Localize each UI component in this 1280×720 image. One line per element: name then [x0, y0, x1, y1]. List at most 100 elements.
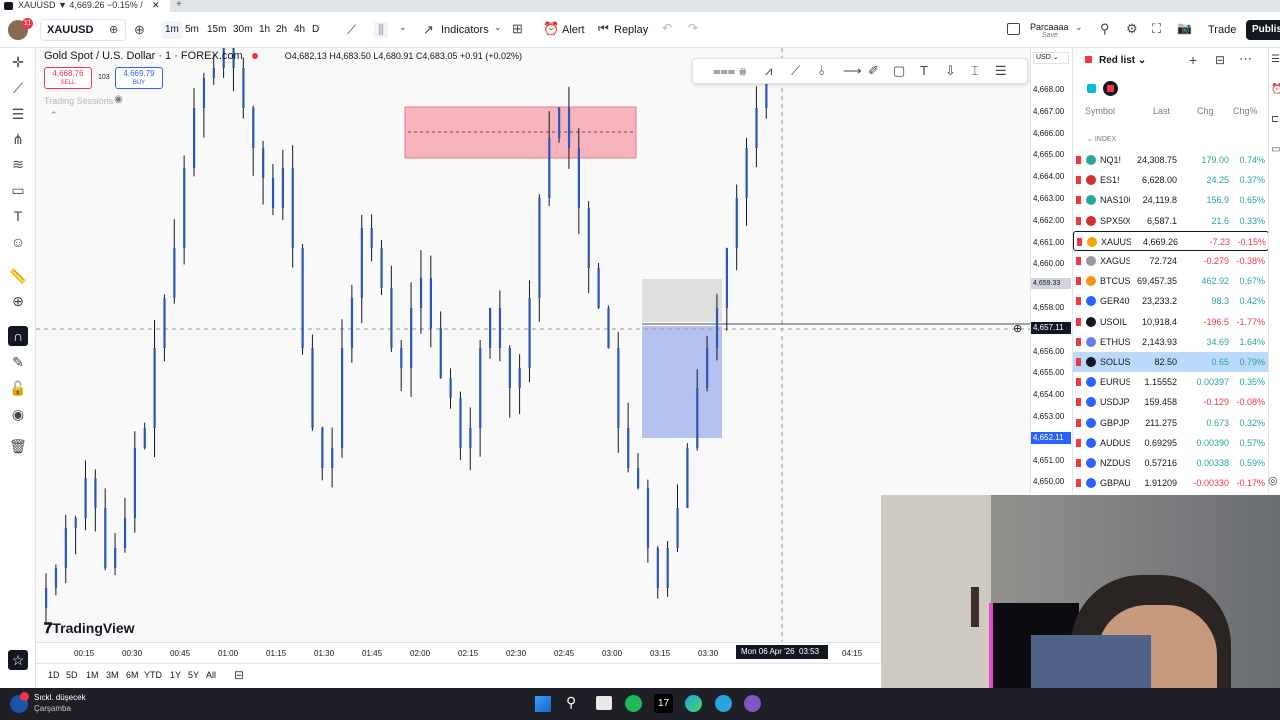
price-axis[interactable]: USD ⌄ 4,668.00 4,667.00 4,666.00 4,665.00 4,… — [1030, 48, 1072, 493]
indicators-button[interactable]: Indicators — [441, 20, 489, 40]
interval-2h[interactable]: 2h — [273, 21, 290, 39]
column-last[interactable]: Last — [1153, 106, 1170, 116]
regression-icon[interactable]: ⩷ — [739, 63, 747, 79]
replay-button[interactable]: Replay — [614, 20, 648, 40]
lock-icon[interactable]: 🔓 — [8, 378, 28, 398]
telegram-icon[interactable] — [715, 695, 732, 712]
browser-tab[interactable]: XAUUSD ▼ 4,669.26 −0.15% / — [0, 0, 170, 12]
ruler-icon[interactable]: 📏 — [8, 266, 28, 286]
watchlist-row[interactable]: GBPAUD 1.91209 -0.00330 -0.17% — [1073, 473, 1269, 493]
symbol-search[interactable]: XAUUSD ⊕ — [40, 19, 126, 41]
red-flag-icon[interactable] — [1076, 176, 1081, 185]
chevron-down-icon[interactable]: ⌄ — [1075, 22, 1083, 33]
column-chg[interactable]: Chg — [1197, 106, 1214, 116]
trade-button[interactable]: Trade — [1208, 20, 1236, 40]
search-icon[interactable]: ⚲ — [1100, 21, 1110, 37]
date-range-icon[interactable]: ⊟ — [234, 668, 244, 682]
crosshair-icon[interactable]: ✛ — [8, 52, 28, 72]
watchlist-row[interactable]: NAS100 24,119.8 156.9 0.65% — [1073, 190, 1269, 210]
candles-chart-type-icon[interactable]: ⫼ — [374, 22, 388, 38]
range-5y[interactable]: 5Y — [188, 670, 199, 680]
red-flag-icon[interactable] — [1077, 237, 1082, 246]
column-symbol[interactable]: Symbol — [1085, 106, 1115, 116]
file-explorer-icon[interactable] — [596, 696, 612, 710]
camera-icon[interactable]: 📷 — [1177, 21, 1192, 35]
red-flag-icon[interactable] — [1076, 459, 1081, 467]
range-1y[interactable]: 1Y — [170, 670, 181, 680]
eye-icon[interactable]: ◉ — [8, 404, 28, 424]
chevron-down-icon[interactable]: ⌄ — [399, 22, 407, 33]
watchlist-row[interactable]: XAUUSD 4,669.26 -7.23 -0.15% — [1073, 230, 1269, 251]
red-flag-icon[interactable] — [1076, 337, 1081, 346]
trend-line-icon[interactable]: ⟋ — [8, 78, 28, 98]
tradingview-app-icon[interactable]: 17 — [654, 694, 673, 713]
fullscreen-icon[interactable]: ⛶ — [1152, 21, 1161, 37]
undo-icon[interactable]: ↶ — [662, 21, 672, 35]
arrow-down-icon[interactable]: ⇩ — [945, 63, 956, 79]
star-icon[interactable]: ☆ — [8, 650, 28, 670]
watchlist-row[interactable]: SPX500 6,587.1 21.6 0.33% — [1073, 211, 1269, 231]
red-flag-icon[interactable] — [1076, 277, 1081, 286]
column-chg-pct[interactable]: Chg% — [1233, 106, 1258, 116]
range-1d[interactable]: 1D — [48, 670, 60, 680]
shapes-icon[interactable]: ▭ — [8, 180, 28, 200]
pencil-lock-icon[interactable]: ✎ — [8, 352, 28, 372]
red-flag-icon[interactable] — [1076, 257, 1081, 265]
watchlist-row[interactable]: AUDUSD 0.69295 0.00390 0.57% — [1073, 433, 1269, 453]
watchlist-row[interactable]: ES1! 6,628.00 24.25 0.37% — [1073, 170, 1269, 190]
horizontal-lines-icon[interactable]: ☰ — [8, 104, 28, 124]
red-flag-filter-icon[interactable] — [1103, 81, 1118, 96]
red-flag-icon[interactable] — [1076, 216, 1081, 225]
layout-square-icon[interactable] — [1007, 23, 1020, 35]
pitchfork-icon[interactable]: ⋔ — [8, 129, 28, 149]
interval-1m[interactable]: 1m — [162, 21, 182, 39]
magnet-icon[interactable]: ∩ — [8, 326, 28, 346]
parallel-channel-icon[interactable]: ⩶ — [713, 63, 735, 79]
add-alert-icon[interactable]: ⊕ — [1013, 322, 1022, 335]
watchlist-icon[interactable]: ☰ — [1271, 54, 1280, 65]
watchlist-row[interactable]: XAGUSD 72.724 -0.279 -0.38% — [1073, 251, 1269, 271]
buy-button[interactable]: 4,669.79 BUY — [115, 67, 163, 89]
alert-button[interactable]: Alert — [562, 20, 585, 40]
add-symbol-icon[interactable]: + — [1189, 52, 1197, 68]
range-3m[interactable]: 3M — [106, 670, 119, 680]
spotify-icon[interactable] — [625, 695, 642, 712]
search-icon[interactable]: ⚲ — [566, 694, 576, 711]
data-window-icon[interactable]: ⊏ — [1271, 114, 1279, 125]
redo-icon[interactable]: ↷ — [688, 21, 698, 35]
watchlist-row[interactable]: SOLUSD 82.50 0.65 0.79% — [1073, 352, 1269, 372]
horizontal-ray-icon[interactable]: ⟶ — [843, 63, 862, 79]
interval-30m[interactable]: 30m — [230, 21, 255, 39]
interval-15m[interactable]: 15m — [204, 21, 229, 39]
range-ytd[interactable]: YTD — [144, 670, 162, 680]
watchlist-row[interactable]: ETHUSD 2,143.93 34.69 1.64% — [1073, 332, 1269, 352]
red-flag-icon[interactable] — [1076, 378, 1081, 387]
red-flag-icon[interactable] — [1076, 438, 1081, 447]
watchlist-row[interactable]: USDJPY 159.458 -0.129 -0.08% — [1073, 392, 1269, 412]
brush-icon[interactable]: ✐ — [868, 63, 879, 79]
interval-4h[interactable]: 4h — [291, 21, 308, 39]
red-flag-icon[interactable] — [1076, 418, 1081, 427]
collapse-legend-icon[interactable]: ⌃ — [50, 110, 58, 121]
trash-icon[interactable]: 🗑 — [8, 436, 28, 456]
eye-icon[interactable]: ◉ — [114, 94, 123, 105]
watchlist-row[interactable]: GBPJPY 211.275 0.673 0.32% — [1073, 413, 1269, 433]
rectangle-icon[interactable]: ▢ — [893, 63, 905, 79]
range-6m[interactable]: 6M — [126, 670, 139, 680]
layout-grid-icon[interactable]: ⊞ — [512, 21, 523, 37]
watchlist-row[interactable]: NZDUSD 0.57216 0.00338 0.59% — [1073, 453, 1269, 473]
chat-icon[interactable]: ▭ — [1271, 144, 1280, 155]
currency-selector[interactable]: USD ⌄ — [1033, 52, 1069, 64]
watchlist-row[interactable]: USOIL 10,918.4 -196.5 -1.77% — [1073, 312, 1269, 332]
red-flag-icon[interactable] — [1076, 398, 1081, 407]
help-icon[interactable]: ◎ — [1268, 474, 1278, 487]
zoom-icon[interactable]: ⊕ — [8, 291, 28, 311]
watchlist-row[interactable]: NQ1! 24,308.75 179.00 0.74% — [1073, 150, 1269, 170]
red-flag-icon[interactable] — [1076, 156, 1081, 164]
interval-d[interactable]: D — [309, 21, 322, 39]
text-icon[interactable]: T — [920, 63, 928, 78]
emoji-icon[interactable]: ☺ — [8, 232, 28, 252]
time-axis[interactable]: 00:15 00:30 00:45 01:00 01:15 01:30 01:45 02:00… — [36, 642, 880, 662]
interval-5m[interactable]: 5m — [182, 21, 202, 39]
watchlist-layout-icon[interactable]: ⊟ — [1215, 53, 1225, 67]
